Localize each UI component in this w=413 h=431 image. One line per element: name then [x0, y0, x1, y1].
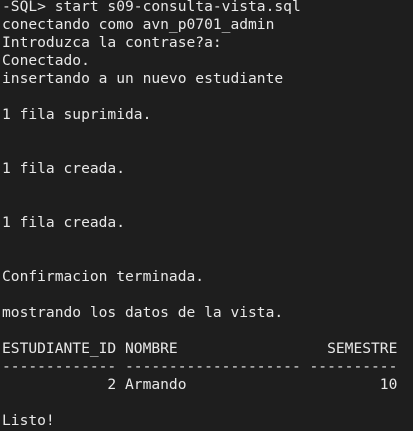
- terminal-line-row-created: 1 fila creada.: [2, 214, 126, 231]
- terminal-line-connecting: conectando como avn_p0701_admin: [2, 16, 275, 33]
- terminal-line-row-deleted: 1 fila suprimida.: [2, 106, 152, 123]
- result-table-row: 2 Armando 10: [2, 376, 398, 393]
- terminal-line-connected: Conectado.: [2, 52, 90, 69]
- result-table-separator: ------------- -------------------- -----…: [2, 358, 398, 375]
- terminal-line-inserting: insertando a un nuevo estudiante: [2, 70, 284, 87]
- terminal-line-done: Listo!: [2, 412, 55, 429]
- terminal-window[interactable]: -SQL> start s09-consulta-vista.sql conec…: [0, 0, 413, 431]
- terminal-line-commit-complete: Confirmacion terminada.: [2, 268, 205, 285]
- result-table-header: ESTUDIANTE_ID NOMBRE SEMESTRE: [2, 340, 398, 357]
- terminal-line-showing-view: mostrando los datos de la vista.: [2, 304, 284, 321]
- terminal-line-sql-command: -SQL> start s09-consulta-vista.sql: [2, 0, 301, 15]
- terminal-line-password-prompt: Introduzca la contrase?a:: [2, 34, 222, 51]
- terminal-line-row-created: 1 fila creada.: [2, 160, 126, 177]
